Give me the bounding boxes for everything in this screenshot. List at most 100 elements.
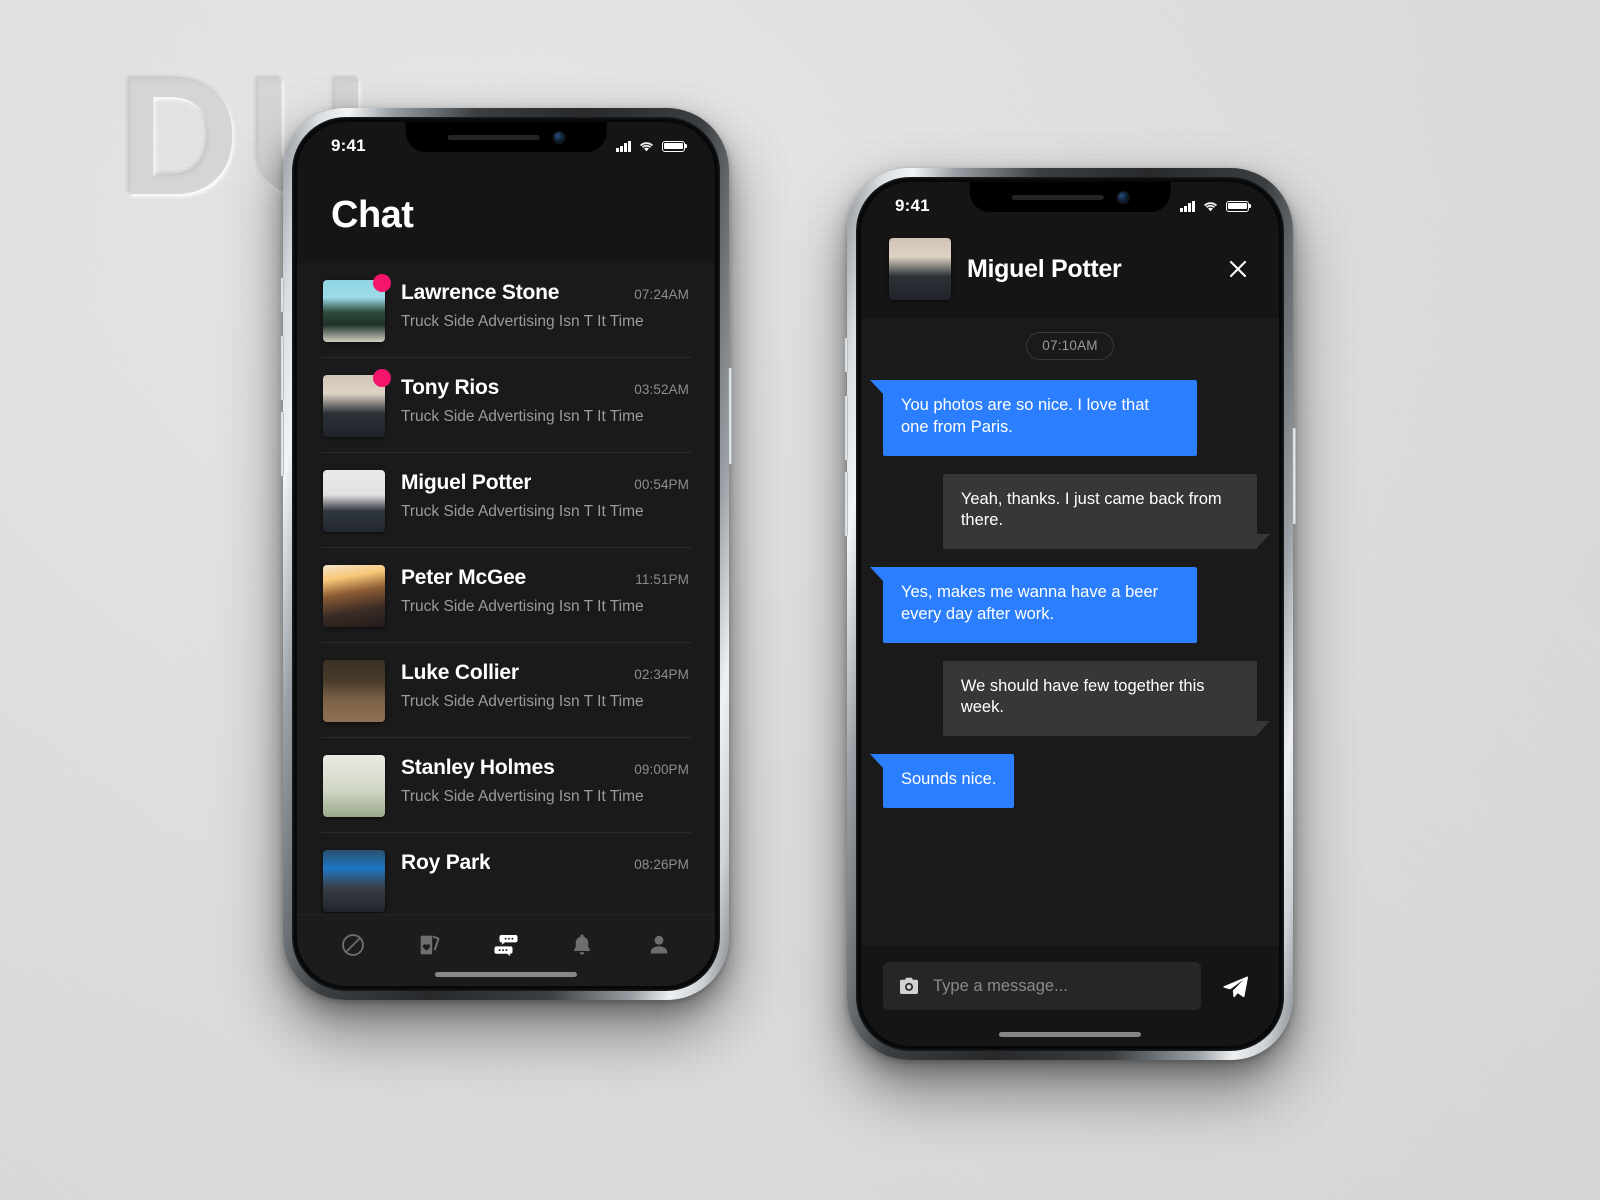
conversation-item-body: Miguel Potter 00:54PM Truck Side Advertisi… [401, 470, 689, 521]
tab-matches[interactable] [407, 925, 453, 965]
conversation-screen: 9:41 Miguel Potter 07:10AM You photos ar… [861, 182, 1279, 1046]
message-time: 09:00PM [634, 762, 689, 777]
message-bubble-in[interactable]: We should have few together this week. [942, 660, 1271, 737]
power-button-2[interactable] [1292, 428, 1296, 524]
mute-switch-2[interactable] [844, 338, 848, 372]
device-notch-2 [969, 182, 1171, 212]
tab-nope[interactable] [330, 925, 376, 965]
wifi-icon [640, 142, 653, 152]
power-button[interactable] [728, 368, 732, 464]
unread-badge [373, 369, 391, 387]
earpiece-speaker-2 [1011, 194, 1104, 200]
page-title: Chat [331, 194, 414, 236]
tab-notifications[interactable] [559, 925, 605, 965]
phone-bezel-2: 9:41 Miguel Potter 07:10AM You photos ar… [856, 177, 1284, 1051]
cellular-signal-icon-2 [1180, 200, 1195, 212]
volume-up-button-2[interactable] [844, 396, 848, 460]
conversation-item-top: Peter McGee 11:51PM [401, 566, 689, 590]
avatar-image [323, 850, 385, 912]
message-row: Sounds nice. [869, 754, 1257, 808]
message-row: You photos are so nice. I love that one … [869, 380, 1257, 456]
conversation-item-body: Tony Rios 03:52AM Truck Side Advertising I… [401, 375, 689, 426]
volume-up-button[interactable] [280, 336, 284, 400]
avatar[interactable] [323, 850, 385, 912]
avatar[interactable] [323, 369, 391, 437]
volume-down-button[interactable] [280, 412, 284, 476]
contact-name: Luke Collier [401, 661, 519, 684]
conversation-list-item[interactable]: Tony Rios 03:52AM Truck Side Advertising I… [321, 358, 691, 453]
camera-icon[interactable] [897, 974, 921, 998]
message-preview: Truck Side Advertising Isn T It Time [401, 693, 644, 710]
message-bubble-in[interactable]: Yeah, thanks. I just came back from ther… [942, 473, 1271, 550]
contact-name: Miguel Potter [401, 471, 532, 494]
message-composer [861, 946, 1279, 1046]
conversation-header: Miguel Potter [861, 230, 1279, 318]
time-divider-row: 07:10AM [883, 332, 1257, 360]
send-button[interactable] [1217, 968, 1253, 1004]
mute-switch[interactable] [280, 278, 284, 312]
message-preview: Truck Side Advertising Isn T It Time [401, 788, 644, 805]
conversation-list-item[interactable]: Miguel Potter 00:54PM Truck Side Advertisi… [321, 453, 691, 548]
contact-name: Tony Rios [401, 376, 500, 399]
chat-bubbles-icon [494, 934, 518, 956]
contact-name: Roy Park [401, 851, 491, 874]
conversation-item-top: Tony Rios 03:52AM [401, 376, 689, 400]
conversation-list-item[interactable]: Stanley Holmes 09:00PM Truck Side Advertis… [321, 738, 691, 833]
message-input-pill[interactable] [883, 962, 1201, 1010]
message-time: 03:52AM [634, 382, 689, 397]
close-conversation-button[interactable] [1223, 254, 1253, 284]
avatar-image [323, 565, 385, 627]
volume-down-button-2[interactable] [844, 472, 848, 536]
conversation-item-body: Roy Park 08:26PM [401, 850, 689, 875]
unread-badge [373, 274, 391, 292]
conversation-item-top: Stanley Holmes 09:00PM [401, 756, 689, 780]
contact-name: Peter McGee [401, 566, 527, 589]
home-indicator-2 [998, 1032, 1142, 1037]
avatar[interactable] [323, 470, 385, 532]
conversation-item-body: Peter McGee 11:51PM Truck Side Advertising… [401, 565, 689, 616]
status-clock: 9:41 [331, 136, 366, 155]
tab-chat[interactable] [483, 925, 529, 965]
avatar-image [323, 660, 385, 722]
conversation-item-top: Luke Collier 02:34PM [401, 661, 689, 685]
message-time: 00:54PM [634, 477, 689, 492]
message-bubble-out[interactable]: Sounds nice. [869, 754, 1015, 808]
message-time: 07:24AM [634, 287, 689, 302]
conversation-item-body: Stanley Holmes 09:00PM Truck Side Advertis… [401, 755, 689, 806]
battery-icon [662, 140, 685, 152]
avatar[interactable] [323, 660, 385, 722]
conversation-item-top: Roy Park 08:26PM [401, 851, 689, 875]
message-bubble-out[interactable]: Yes, makes me wanna have a beer every da… [869, 567, 1198, 643]
chat-list-screen: 9:41 Chat Lawrence Stone 07:24AM Truck Sid… [297, 122, 715, 986]
avatar[interactable] [323, 755, 385, 817]
message-bubble-out[interactable]: You photos are so nice. I love that one … [869, 380, 1198, 456]
message-time: 02:34PM [634, 667, 689, 682]
tab-profile[interactable] [636, 925, 682, 965]
phone-device-chat-list: 9:41 Chat Lawrence Stone 07:24AM Truck Sid… [280, 108, 732, 1000]
conversation-list-item[interactable]: Lawrence Stone 07:24AM Truck Side Advertis… [321, 263, 691, 358]
front-camera-2 [1117, 191, 1129, 203]
phone-bezel: 9:41 Chat Lawrence Stone 07:24AM Truck Sid… [292, 117, 720, 991]
conversation-list-item[interactable]: Roy Park 08:26PM [321, 833, 691, 914]
conversation-item-top: Lawrence Stone 07:24AM [401, 281, 689, 305]
conversation-list-item[interactable]: Peter McGee 11:51PM Truck Side Advertising… [321, 548, 691, 643]
send-paper-plane-icon [1223, 976, 1249, 998]
conversation-avatar[interactable] [889, 238, 951, 300]
conversation-list-item[interactable]: Luke Collier 02:34PM Truck Side Advertisin… [321, 643, 691, 738]
message-thread[interactable]: 07:10AM You photos are so nice. I love t… [861, 318, 1279, 946]
conversation-title: Miguel Potter [967, 254, 1122, 283]
avatar[interactable] [323, 565, 385, 627]
phone-device-conversation: 9:41 Miguel Potter 07:10AM You photos ar… [844, 168, 1296, 1060]
message-row: Yes, makes me wanna have a beer every da… [869, 567, 1257, 643]
message-preview: Truck Side Advertising Isn T It Time [401, 598, 644, 615]
conversation-list[interactable]: Lawrence Stone 07:24AM Truck Side Advertis… [297, 263, 715, 914]
message-time: 08:26PM [634, 857, 689, 872]
front-camera [553, 131, 565, 143]
message-preview: Truck Side Advertising Isn T It Time [401, 408, 644, 425]
message-time: 11:51PM [635, 572, 689, 587]
message-input[interactable] [933, 976, 1187, 996]
home-indicator [434, 972, 578, 977]
avatar-image [323, 470, 385, 532]
avatar[interactable] [323, 274, 391, 342]
status-indicators-2 [1180, 200, 1249, 212]
